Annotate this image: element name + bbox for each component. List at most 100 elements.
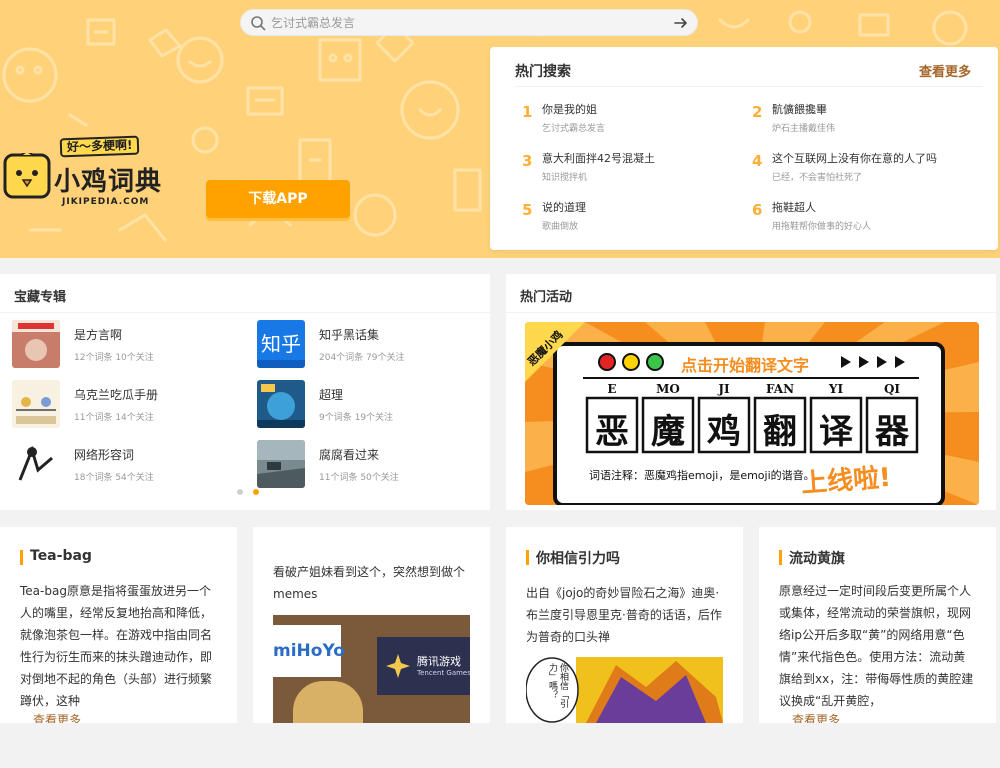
- search-bar[interactable]: [240, 9, 698, 36]
- hot-term-subtitle: 乞讨式霸总发言: [542, 124, 606, 134]
- logo-domain: JIKIPEDIA.COM: [62, 197, 150, 207]
- collection-meta: 12个词条 10个关注: [74, 353, 154, 363]
- collection-meta: 9个词条 19个关注: [319, 413, 394, 423]
- rank-number: 4: [752, 152, 763, 170]
- hot-term-subtitle: 炉石主播戴佳伟: [772, 124, 836, 134]
- hot-search-item[interactable]: 3 意大利面拌42号混凝土 知识搅拌机: [522, 150, 742, 186]
- mihoyo-logo-text: miHoYo: [273, 641, 345, 661]
- collection-meta: 204个词条 79个关注: [319, 353, 405, 363]
- pinyin-label: MO: [656, 382, 680, 396]
- mihoyo-logo-box: miHoYo: [273, 625, 345, 677]
- hanzi-char: 恶: [595, 412, 629, 452]
- hanzi-char: 鸡: [707, 412, 741, 452]
- entry-card[interactable]: 流动黄旗 原意经过一定时间段后变更所属个人或集体，经常流动的荣誉旗帜，现网络ip…: [759, 527, 996, 723]
- hot-term: 这个互联网上没有你在意的人了吗: [772, 152, 937, 165]
- collection-meta: 18个词条 54个关注: [74, 473, 154, 483]
- card-image: miHoYo 腾讯游戏 Tencent Games: [273, 615, 470, 723]
- pinyin-label: E: [607, 382, 617, 396]
- search-input[interactable]: [271, 13, 651, 33]
- card-text: 出自《jojo的奇妙冒险石之海》迪奥·布兰度引导恩里克·普奇的话语，后作为普奇的…: [526, 586, 722, 644]
- collection-item[interactable]: 网络形容词 18个词条 54个关注: [12, 440, 242, 488]
- card-title: 流动黄旗: [779, 548, 845, 568]
- hot-search-item[interactable]: 6 拖鞋超人 用拖鞋帮你做事的好心人: [752, 199, 972, 235]
- rank-number: 3: [522, 152, 533, 170]
- hot-term: 你是我的姐: [542, 103, 597, 116]
- hanzi-char: 翻: [763, 412, 797, 452]
- hot-search-panel: 热门搜索 查看更多 1 你是我的姐 乞讨式霸总发言 2 骯儣餵攙畢 炉石主播戴佳…: [490, 47, 998, 250]
- read-more-link[interactable]: 查看更多: [33, 711, 81, 723]
- arrow-right-icon[interactable]: [673, 15, 689, 31]
- hot-term-subtitle: 用拖鞋帮你做事的好心人: [772, 222, 872, 232]
- banner-cta: 点击开始翻译文字: [681, 356, 810, 375]
- collection-thumbnail: [12, 380, 60, 428]
- hero-banner: 好～多梗啊! 小鸡词典 JIKIPEDIA.COM 下载APP 热门搜索 查看更…: [0, 0, 1000, 258]
- collection-thumbnail: [12, 320, 60, 368]
- collection-item[interactable]: 超理 9个词条 19个关注: [257, 380, 487, 428]
- collection-name: 超理: [319, 388, 344, 402]
- rank-number: 6: [752, 201, 763, 219]
- hot-term-subtitle: 知识搅拌机: [542, 173, 588, 183]
- hanzi-char: 器: [875, 412, 909, 452]
- hot-term-subtitle: 已经，不会害怕社死了: [772, 173, 863, 183]
- hot-search-item[interactable]: 1 你是我的姐 乞讨式霸总发言: [522, 101, 742, 137]
- collection-name: 网络形容词: [74, 448, 135, 462]
- entry-card[interactable]: Tea-bag Tea-bag原意是指将蛋蛋放进另一个人的嘴里，经常反复地抬高和…: [0, 527, 237, 723]
- collection-thumbnail: 知乎: [257, 320, 305, 368]
- speech-bubble-text: 你相信「引力」嗎？: [547, 663, 568, 708]
- site-logo[interactable]: 好～多梗啊! 小鸡词典 JIKIPEDIA.COM: [3, 135, 178, 213]
- carousel-dots[interactable]: [236, 488, 260, 496]
- photo-figure: [293, 681, 363, 723]
- rank-number: 2: [752, 103, 763, 121]
- hot-term: 骯儣餵攙畢: [772, 103, 827, 116]
- hot-search-title: 热门搜索: [515, 64, 571, 80]
- divider: [0, 312, 490, 313]
- card-text: Tea-bag原意是指将蛋蛋放进另一个人的嘴里，经常反复地抬高和降低，就像泡茶包…: [20, 584, 213, 708]
- logo-slogan: 好～多梗啊!: [59, 135, 140, 158]
- collection-item[interactable]: 乌克兰吃瓜手册 11个词条 14个关注: [12, 380, 242, 428]
- collection-thumbnail: [257, 380, 305, 428]
- hot-activity-panel: 热门活动 恶魔小鸡 点击开始翻译文字 E MO JI FAN YI QI 恶 魔…: [506, 274, 996, 510]
- collection-name: 乌克兰吃瓜手册: [74, 388, 159, 402]
- collection-item[interactable]: 知乎 知乎黑话集 204个词条 79个关注: [257, 320, 487, 368]
- tencent-logo-text: 腾讯游戏: [417, 655, 461, 668]
- banner-note: 词语注释：恶魔鸡指emoji，是emoji的谐音。: [589, 469, 815, 482]
- card-title: Tea-bag: [20, 548, 92, 565]
- collection-name: 腐腐看过来: [319, 448, 380, 462]
- collection-name: 知乎黑话集: [319, 328, 380, 342]
- read-more-link[interactable]: 查看更多: [792, 711, 840, 723]
- activity-title: 热门活动: [520, 290, 573, 305]
- download-app-button[interactable]: 下载APP: [206, 180, 350, 218]
- card-image: 你相信「引力」嗎？: [526, 657, 723, 723]
- collection-item[interactable]: 腐腐看过来 11个词条 50个关注: [257, 440, 487, 488]
- chick-mascot-icon: [3, 153, 51, 199]
- hot-search-item[interactable]: 2 骯儣餵攙畢 炉石主播戴佳伟: [752, 101, 972, 137]
- tencent-logo-box: 腾讯游戏 Tencent Games: [377, 637, 470, 695]
- card-text: 原意经过一定时间段后变更所属个人或集体，经常流动的荣誉旗帜，现网络ip公开后多取…: [779, 584, 974, 708]
- collection-item[interactable]: 是方言啊 12个词条 10个关注: [12, 320, 242, 368]
- rank-number: 1: [522, 103, 533, 121]
- collection-name: 是方言啊: [74, 328, 123, 342]
- search-icon: [251, 16, 266, 31]
- activity-banner-emoji-translator[interactable]: 恶魔小鸡 点击开始翻译文字 E MO JI FAN YI QI 恶 魔 鸡 翻 …: [525, 322, 979, 505]
- divider: [515, 86, 983, 87]
- entry-card[interactable]: 你相信引力吗 出自《jojo的奇妙冒险石之海》迪奥·布兰度引导恩里克·普奇的话语…: [506, 527, 743, 723]
- hot-term: 意大利面拌42号混凝土: [542, 152, 655, 165]
- pinyin-label: JI: [718, 382, 730, 396]
- hot-search-item[interactable]: 5 说的道理 歌曲倒放: [522, 199, 742, 235]
- hanzi-char: 魔: [651, 412, 685, 452]
- hot-search-more-link[interactable]: 查看更多: [919, 61, 971, 80]
- collections-title: 宝藏专辑: [14, 290, 67, 305]
- hot-term: 拖鞋超人: [772, 201, 816, 214]
- card-text: 看破产姐妹看到这个，突然想到做个memes: [273, 565, 466, 601]
- collection-meta: 11个词条 14个关注: [74, 413, 154, 423]
- card-title: 你相信引力吗: [526, 548, 620, 568]
- entry-card[interactable]: 看破产姐妹看到这个，突然想到做个memes miHoYo 腾讯游戏 Tencen…: [253, 527, 490, 723]
- banner-launch: 上线啦!: [800, 462, 892, 500]
- hanzi-char: 译: [819, 412, 853, 452]
- collection-thumbnail: [12, 440, 60, 488]
- svg-text:知乎: 知乎: [261, 332, 301, 356]
- hot-search-item[interactable]: 4 这个互联网上没有你在意的人了吗 已经，不会害怕社死了: [752, 150, 972, 186]
- pinyin-label: YI: [828, 382, 844, 396]
- hot-term-subtitle: 歌曲倒放: [542, 222, 579, 232]
- tencent-logo-subtext: Tencent Games: [417, 669, 470, 677]
